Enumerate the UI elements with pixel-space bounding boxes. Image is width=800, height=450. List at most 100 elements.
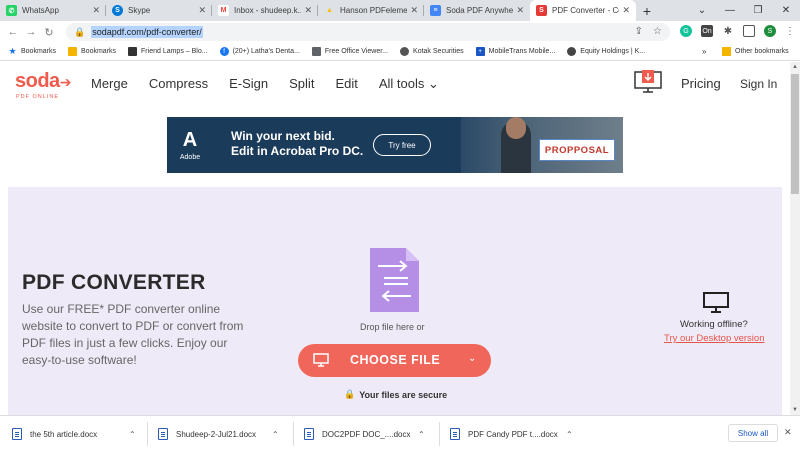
pricing-link[interactable]: Pricing (681, 76, 721, 91)
scroll-up-icon[interactable]: ▲ (790, 62, 800, 72)
close-tab-icon[interactable]: ✕ (622, 5, 630, 16)
minimize-icon[interactable]: — (716, 0, 744, 21)
new-tab-button[interactable]: + (636, 0, 658, 21)
download-item[interactable]: the 5th article.docx ⌃ (12, 424, 142, 444)
tab-title: Skype (128, 6, 151, 15)
bookmark-item[interactable]: Bookmarks (68, 47, 116, 56)
signin-link[interactable]: Sign In (740, 77, 777, 91)
puzzle-icon[interactable]: ✱ (722, 25, 734, 37)
bookmark-item[interactable]: Equity Holdings | K... (567, 47, 645, 56)
menu-icon[interactable]: ⋮ (785, 26, 795, 37)
tab-skype[interactable]: S Skype ✕ (106, 0, 212, 21)
ad-banner[interactable]: A Adobe Win your next bid. Edit in Acrob… (167, 117, 623, 173)
chevron-up-icon[interactable]: ⌃ (418, 430, 425, 439)
reload-icon[interactable]: ↻ (40, 26, 58, 39)
chevron-down-icon[interactable]: ⌄ (468, 353, 476, 364)
desktop-download-icon[interactable] (634, 70, 662, 94)
skype-icon: S (112, 5, 123, 16)
choose-file-label: CHOOSE FILE (350, 353, 441, 367)
download-item[interactable]: DOC2PDF DOC_....docx ⌃ (304, 424, 434, 444)
extensions-area: G On ✱ S ⋮ (680, 25, 795, 37)
ad-try-free-button[interactable]: Try free (373, 134, 431, 156)
ad-photo: PROPPOSAL (461, 117, 623, 173)
folder-icon (722, 47, 731, 56)
close-tab-icon[interactable]: ✕ (516, 5, 524, 16)
monitor-icon (313, 353, 329, 367)
download-item[interactable]: PDF Candy PDF t....docx ⌃ (450, 424, 580, 444)
arrow-icon: ➔ (59, 74, 72, 90)
tab-gmail[interactable]: M Inbox - shudeep.k... ✕ (212, 0, 318, 21)
chevron-up-icon[interactable]: ⌃ (129, 430, 136, 439)
bookmarks-overflow-icon[interactable]: » (702, 47, 706, 56)
tab-pdf-converter[interactable]: S PDF Converter - Co... ✕ (530, 0, 636, 21)
chevron-up-icon[interactable]: ⌃ (566, 430, 573, 439)
bookmark-item[interactable]: ★ Bookmarks (8, 46, 56, 56)
bookmark-star-icon[interactable]: ☆ (653, 26, 662, 37)
nav-compress[interactable]: Compress (149, 76, 208, 92)
nav-esign[interactable]: E-Sign (229, 76, 268, 92)
close-window-icon[interactable]: ✕ (772, 0, 800, 21)
word-file-icon (450, 428, 460, 440)
bookmarks-bar: ★ Bookmarks Bookmarks Friend Lamps – Blo.… (0, 43, 800, 61)
word-file-icon (304, 428, 314, 440)
forward-icon[interactable]: → (22, 26, 40, 38)
address-bar[interactable]: 🔒 sodapdf.com/pdf-converter/ ⇪ ☆ (66, 23, 670, 41)
page-title: PDF CONVERTER (22, 271, 206, 294)
ad-proposal-text: PROPPOSAL (539, 139, 615, 161)
tab-title: PDF Converter - Co... (552, 6, 619, 15)
downloads-bar: the 5th article.docx ⌃ Shudeep-2-Jul21.d… (0, 415, 800, 450)
bookmark-item[interactable]: Kotak Securities (400, 47, 464, 56)
grammarly-icon[interactable]: G (680, 25, 692, 37)
word-file-icon (12, 428, 22, 440)
facebook-icon: f (219, 47, 229, 56)
nav-split[interactable]: Split (289, 76, 314, 92)
secure-note: 🔒 Your files are secure (344, 389, 448, 400)
nav-edit[interactable]: Edit (335, 76, 357, 92)
main-nav: Merge Compress E-Sign Split Edit All too… (91, 76, 460, 92)
soda-logo[interactable]: soda➔ PDF ONLINE (15, 70, 72, 100)
page-scrollbar[interactable]: ▲ ▼ (790, 62, 800, 415)
tab-drive[interactable]: ▲ Hanson PDFeleme... ✕ (318, 0, 424, 21)
close-tab-icon[interactable]: ✕ (410, 5, 418, 16)
tab-whatsapp[interactable]: ✆ WhatsApp ✕ (0, 0, 106, 21)
scroll-thumb[interactable] (791, 74, 799, 194)
tab-search-icon[interactable]: ⌄ (688, 0, 716, 21)
desktop-icon (703, 292, 729, 313)
tab-docs[interactable]: ≡ Soda PDF Anywher... ✕ (424, 0, 530, 21)
bookmark-item[interactable]: f (20+) Latha's Denta... (219, 47, 300, 56)
avatar[interactable]: S (764, 25, 776, 37)
gmail-icon: M (218, 5, 229, 16)
lock-icon: 🔒 (344, 389, 356, 399)
share-icon[interactable]: ⇪ (635, 26, 643, 37)
sidepanel-icon[interactable] (743, 25, 755, 37)
choose-file-button[interactable]: CHOOSE FILE ⌄ (298, 344, 491, 377)
bookmark-item[interactable]: + MobileTrans Mobile... (475, 47, 555, 56)
close-tab-icon[interactable]: ✕ (198, 5, 206, 16)
other-bookmarks[interactable]: Other bookmarks (722, 47, 789, 56)
download-item[interactable]: Shudeep-2-Jul21.docx ⌃ (158, 424, 288, 444)
drive-icon: ▲ (326, 7, 333, 14)
site-header: soda➔ PDF ONLINE Merge Compress E-Sign S… (0, 62, 790, 105)
close-tab-icon[interactable]: ✕ (92, 5, 100, 16)
nav-merge[interactable]: Merge (91, 76, 128, 92)
url-text[interactable]: sodapdf.com/pdf-converter/ (91, 26, 203, 38)
tab-title: Soda PDF Anywher... (446, 6, 514, 15)
adobe-icon: A (182, 129, 198, 151)
close-tab-icon[interactable]: ✕ (304, 5, 312, 16)
nav-all-tools[interactable]: All tools ⌄ (379, 76, 439, 92)
show-all-button[interactable]: Show all (728, 424, 778, 442)
scroll-down-icon[interactable]: ▼ (790, 405, 800, 415)
lamp-icon (128, 47, 138, 56)
lock-icon: 🔒 (74, 26, 86, 37)
extension-icon[interactable]: On (701, 25, 713, 37)
chevron-up-icon[interactable]: ⌃ (272, 430, 279, 439)
bookmark-item[interactable]: Friend Lamps – Blo... (128, 47, 208, 56)
kotak-icon (400, 47, 410, 56)
desktop-version-link[interactable]: Try our Desktop version (664, 333, 765, 344)
word-file-icon (158, 428, 168, 440)
soda-icon: S (536, 5, 547, 16)
close-icon[interactable]: ✕ (784, 427, 792, 438)
back-icon[interactable]: ← (4, 26, 22, 38)
restore-icon[interactable]: ❐ (744, 0, 772, 21)
bookmark-item[interactable]: Free Office Viewer... (311, 47, 388, 56)
